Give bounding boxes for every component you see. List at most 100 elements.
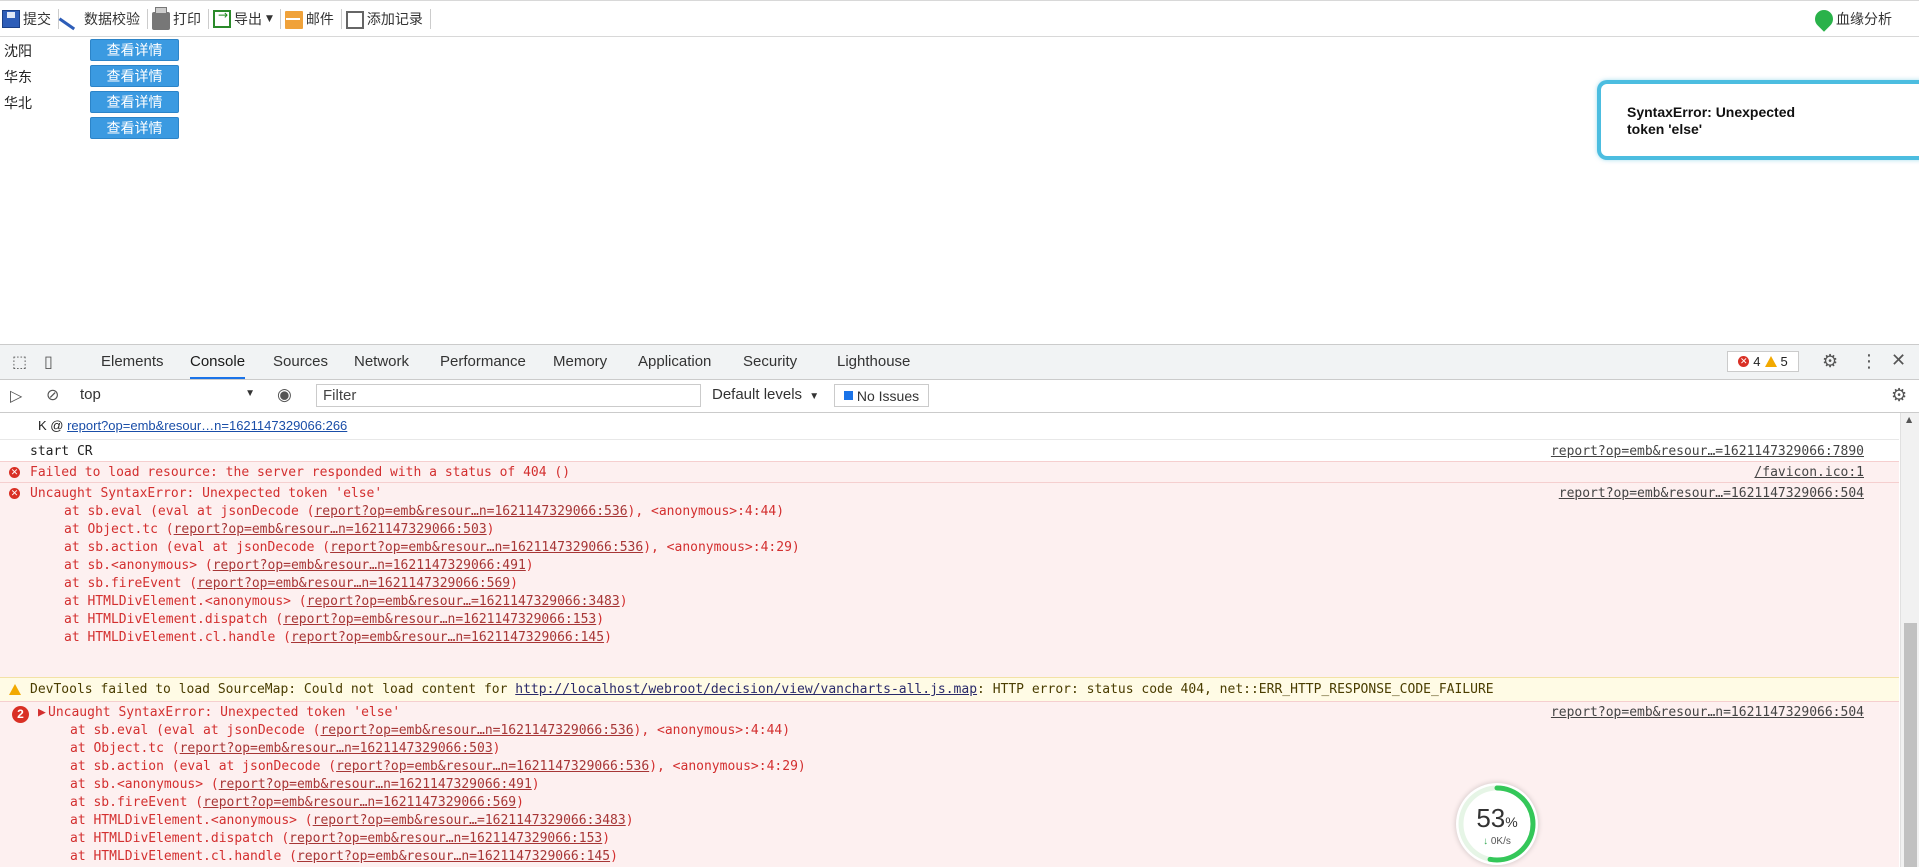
tab-console[interactable]: Console — [190, 345, 246, 379]
more-options-icon[interactable]: ⋮ — [1860, 351, 1878, 372]
stack-frame: at HTMLDivElement.cl.handle (report?op=e… — [70, 849, 618, 864]
stack-frame-link[interactable]: report?op=emb&resour…n=1621147329066:153 — [283, 612, 596, 627]
source-link[interactable]: report?op=emb&resour…n=1621147329066:266 — [67, 418, 347, 433]
tab-lighthouse[interactable]: Lighthouse — [837, 345, 910, 379]
add-record-icon — [345, 10, 364, 29]
sidebar-toggle-icon[interactable]: ▷ — [10, 386, 22, 405]
caret-down-icon: ▼ — [809, 391, 820, 402]
stack-frame: at HTMLDivElement.dispatch (report?op=em… — [70, 831, 610, 846]
scrollbar-thumb[interactable] — [1904, 623, 1917, 867]
stack-frame-link[interactable]: report?op=emb&resour…n=1621147329066:536 — [330, 540, 643, 555]
console-warning: DevTools failed to load SourceMap: Could… — [0, 677, 1899, 701]
close-icon[interactable]: ✕ — [1891, 350, 1906, 371]
stack-frame-link[interactable]: report?op=emb&resour…n=1621147329066:536 — [336, 759, 649, 774]
stack-frame-link[interactable]: report?op=emb&resour…n=1621147329066:503 — [180, 741, 493, 756]
view-details-button[interactable]: 查看详情 — [90, 65, 179, 87]
stack-frame-link[interactable]: report?op=emb&resour…n=1621147329066:569 — [203, 795, 516, 810]
submit-button[interactable]: 提交 — [0, 5, 56, 33]
stack-frame-link[interactable]: report?op=emb&resour…n=1621147329066:491 — [213, 558, 526, 573]
issue-counter[interactable]: ✕ 4 5 — [1727, 351, 1799, 372]
inspect-element-icon[interactable]: ⬚ — [12, 352, 27, 371]
gauge-rate: ↓ 0K/s — [1456, 836, 1538, 847]
error-toast-message: SyntaxError: Unexpected token 'else' — [1627, 104, 1796, 137]
console-message: start CR report?op=emb&resour…=162114732… — [0, 439, 1899, 461]
stack-frame-link[interactable]: report?op=emb&resour…n=1621147329066:503 — [174, 522, 487, 537]
tab-elements[interactable]: Elements — [101, 345, 164, 379]
tab-performance[interactable]: Performance — [440, 345, 526, 379]
stack-frame-link[interactable]: report?op=emb&resour…=1621147329066:3483 — [307, 594, 620, 609]
tab-security[interactable]: Security — [743, 345, 797, 379]
devtools-panel: ⬚ ▯ Elements Console Sources Network Per… — [0, 344, 1919, 867]
eye-icon[interactable]: ◉ — [277, 385, 292, 405]
gauge-number: 53 — [1476, 803, 1506, 833]
stack-frame-text: at sb.action (eval at jsonDecode ( — [70, 759, 337, 774]
expand-arrow-icon[interactable]: ▶ — [38, 705, 46, 720]
issues-flag-icon — [843, 391, 853, 400]
warning-text-tail: : HTTP error: status code 404, net::ERR_… — [977, 682, 1494, 697]
download-arrow-icon: ↓ — [1483, 836, 1491, 847]
stack-frame-text: at Object.tc ( — [64, 522, 174, 537]
tab-application[interactable]: Application — [638, 345, 711, 379]
device-toolbar-icon[interactable]: ▯ — [44, 352, 53, 371]
console-settings-gear-icon[interactable]: ⚙ — [1891, 385, 1907, 406]
lineage-analysis-button[interactable]: 血缘分析 — [1811, 5, 1897, 33]
add-record-button[interactable]: 添加记录 — [344, 5, 428, 33]
error-toast: SyntaxError: Unexpected token 'else' — [1597, 80, 1919, 160]
stack-frame-link[interactable]: report?op=emb&resour…n=1621147329066:145 — [291, 630, 604, 645]
mail-button[interactable]: 邮件 — [283, 5, 339, 33]
stack-frame-link[interactable]: report?op=emb&resour…n=1621147329066:153 — [289, 831, 602, 846]
stack-frame: at sb.eval (eval at jsonDecode (report?o… — [70, 723, 790, 738]
export-button[interactable]: 导出 ▼ — [211, 5, 278, 33]
stack-frame-tail: ) — [531, 777, 540, 792]
filter-input[interactable]: Filter — [316, 384, 701, 407]
tab-sources[interactable]: Sources — [273, 345, 328, 379]
tab-memory[interactable]: Memory — [553, 345, 607, 379]
caret-down-icon: ▼ — [266, 13, 273, 24]
stack-frame-link[interactable]: report?op=emb&resour…n=1621147329066:569 — [197, 576, 510, 591]
report-toolbar: 提交 数据校验 打印 导出 ▼ 邮件 添加记录 血缘分析 — [0, 0, 1919, 37]
stack-frame-link[interactable]: report?op=emb&resour…n=1621147329066:491 — [219, 777, 532, 792]
context-selector[interactable]: top ▼ — [80, 386, 255, 406]
scroll-up-arrow-icon[interactable]: ▲ — [1906, 415, 1912, 424]
stack-frame-text: at sb.<anonymous> ( — [64, 558, 213, 573]
toolbar-divider — [429, 8, 431, 29]
view-details-button[interactable]: 查看详情 — [90, 91, 179, 113]
error-title: Uncaught SyntaxError: Unexpected token '… — [30, 486, 383, 501]
toolbar-divider — [340, 8, 342, 29]
clear-console-icon[interactable]: ⊘ — [46, 385, 59, 404]
export-icon — [213, 8, 231, 28]
stack-frame: at sb.eval (eval at jsonDecode (report?o… — [64, 504, 784, 519]
lineage-label: 血缘分析 — [1836, 12, 1892, 28]
console-error: ✕ Failed to load resource: the server re… — [0, 461, 1899, 482]
view-details-button[interactable]: 查看详情 — [90, 117, 179, 139]
error-icon: ✕ — [1738, 356, 1750, 367]
source-link[interactable]: report?op=emb&resour…n=1621147329066:504 — [1551, 705, 1864, 720]
log-levels-dropdown[interactable]: Default levels ▼ — [712, 386, 819, 403]
warning-count: 5 — [1780, 354, 1788, 369]
stack-frame-link[interactable]: report?op=emb&resour…n=1621147329066:536 — [314, 504, 627, 519]
print-button[interactable]: 打印 — [150, 5, 206, 33]
view-details-button[interactable]: 查看详情 — [90, 39, 179, 61]
stack-frame: at HTMLDivElement.dispatch (report?op=em… — [64, 612, 604, 627]
source-link[interactable]: report?op=emb&resour…=1621147329066:7890 — [1551, 444, 1864, 459]
submit-label: 提交 — [23, 11, 51, 28]
mail-icon — [284, 10, 303, 29]
stack-frame-link[interactable]: report?op=emb&resour…n=1621147329066:145 — [297, 849, 610, 864]
tab-network[interactable]: Network — [354, 345, 409, 379]
warning-icon — [9, 684, 21, 695]
stack-frame-tail: ) — [525, 558, 534, 573]
stack-frame-text: at sb.<anonymous> ( — [70, 777, 219, 792]
stack-frame-link[interactable]: report?op=emb&resour…n=1621147329066:536 — [320, 723, 633, 738]
error-count: 4 — [1753, 354, 1761, 369]
error-icon: ✕ — [9, 467, 20, 478]
save-icon — [2, 9, 20, 28]
validate-button[interactable]: 数据校验 — [58, 2, 145, 33]
stack-frame-text: at sb.eval (eval at jsonDecode ( — [64, 504, 315, 519]
source-link[interactable]: report?op=emb&resour…=1621147329066:504 — [1559, 486, 1864, 501]
settings-gear-icon[interactable]: ⚙ — [1822, 351, 1838, 372]
console-scrollbar[interactable]: ▲ — [1900, 413, 1919, 867]
stack-frame-link[interactable]: report?op=emb&resour…=1621147329066:3483 — [313, 813, 626, 828]
source-link[interactable]: /favicon.ico:1 — [1754, 465, 1864, 480]
issues-button[interactable]: No Issues — [834, 384, 929, 407]
source-map-link[interactable]: http://localhost/webroot/decision/view/v… — [515, 682, 977, 697]
